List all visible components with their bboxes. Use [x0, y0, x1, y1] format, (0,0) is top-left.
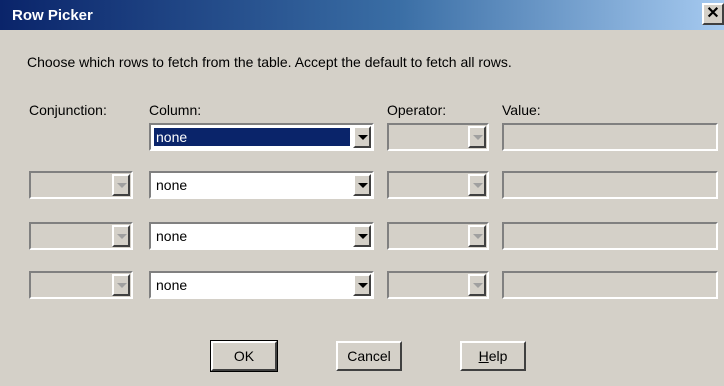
- header-column: Column:: [149, 102, 202, 118]
- dropdown-arrow-icon[interactable]: [353, 174, 371, 196]
- operator-select-2[interactable]: [387, 171, 489, 199]
- operator-select-value: [392, 176, 465, 194]
- dropdown-arrow-icon[interactable]: [353, 225, 371, 247]
- close-icon: ✕: [706, 5, 720, 22]
- dropdown-arrow-icon[interactable]: [468, 174, 486, 196]
- dropdown-arrow-icon[interactable]: [353, 126, 371, 148]
- dropdown-arrow-icon[interactable]: [112, 225, 130, 247]
- column-select-1[interactable]: none: [149, 123, 374, 151]
- conjunction-select-2[interactable]: [29, 171, 133, 199]
- title-bar: Row Picker: [0, 0, 724, 30]
- conjunction-select-4[interactable]: [29, 271, 133, 299]
- cancel-button[interactable]: Cancel: [336, 341, 402, 371]
- help-label-rest: elp: [488, 348, 508, 364]
- dropdown-arrow-icon[interactable]: [353, 274, 371, 296]
- value-field-1[interactable]: [502, 123, 718, 151]
- conjunction-select-value: [34, 227, 109, 245]
- conjunction-select-value: [34, 176, 109, 194]
- column-select-value: none: [156, 277, 188, 293]
- value-field-4[interactable]: [502, 271, 718, 299]
- ok-button[interactable]: OK: [210, 340, 278, 372]
- column-select-3[interactable]: none: [149, 222, 374, 250]
- close-button[interactable]: ✕: [702, 3, 724, 25]
- column-select-value: none: [153, 127, 351, 147]
- dropdown-arrow-icon[interactable]: [112, 274, 130, 296]
- dropdown-arrow-icon[interactable]: [468, 225, 486, 247]
- operator-select-1[interactable]: [387, 123, 489, 151]
- header-operator: Operator:: [387, 102, 447, 118]
- header-value: Value:: [502, 102, 541, 118]
- operator-select-3[interactable]: [387, 222, 489, 250]
- conjunction-select-3[interactable]: [29, 222, 133, 250]
- column-select-value: none: [156, 177, 188, 193]
- conjunction-select-value: [34, 276, 109, 294]
- value-field-2[interactable]: [502, 171, 718, 199]
- instructions-text: Choose which rows to fetch from the tabl…: [27, 54, 512, 70]
- value-field-3[interactable]: [502, 222, 718, 250]
- help-mnemonic: H: [478, 348, 489, 364]
- column-select-2[interactable]: none: [149, 171, 374, 199]
- operator-select-value: [392, 128, 465, 146]
- dropdown-arrow-icon[interactable]: [468, 274, 486, 296]
- operator-select-value: [392, 227, 465, 245]
- header-conjunction: Conjunction:: [29, 102, 107, 118]
- help-button[interactable]: Help: [460, 341, 526, 371]
- window-title: Row Picker: [12, 7, 93, 24]
- column-select-4[interactable]: none: [149, 271, 374, 299]
- operator-select-4[interactable]: [387, 271, 489, 299]
- dropdown-arrow-icon[interactable]: [112, 174, 130, 196]
- column-select-value: none: [156, 228, 188, 244]
- dropdown-arrow-icon[interactable]: [468, 126, 486, 148]
- operator-select-value: [392, 276, 465, 294]
